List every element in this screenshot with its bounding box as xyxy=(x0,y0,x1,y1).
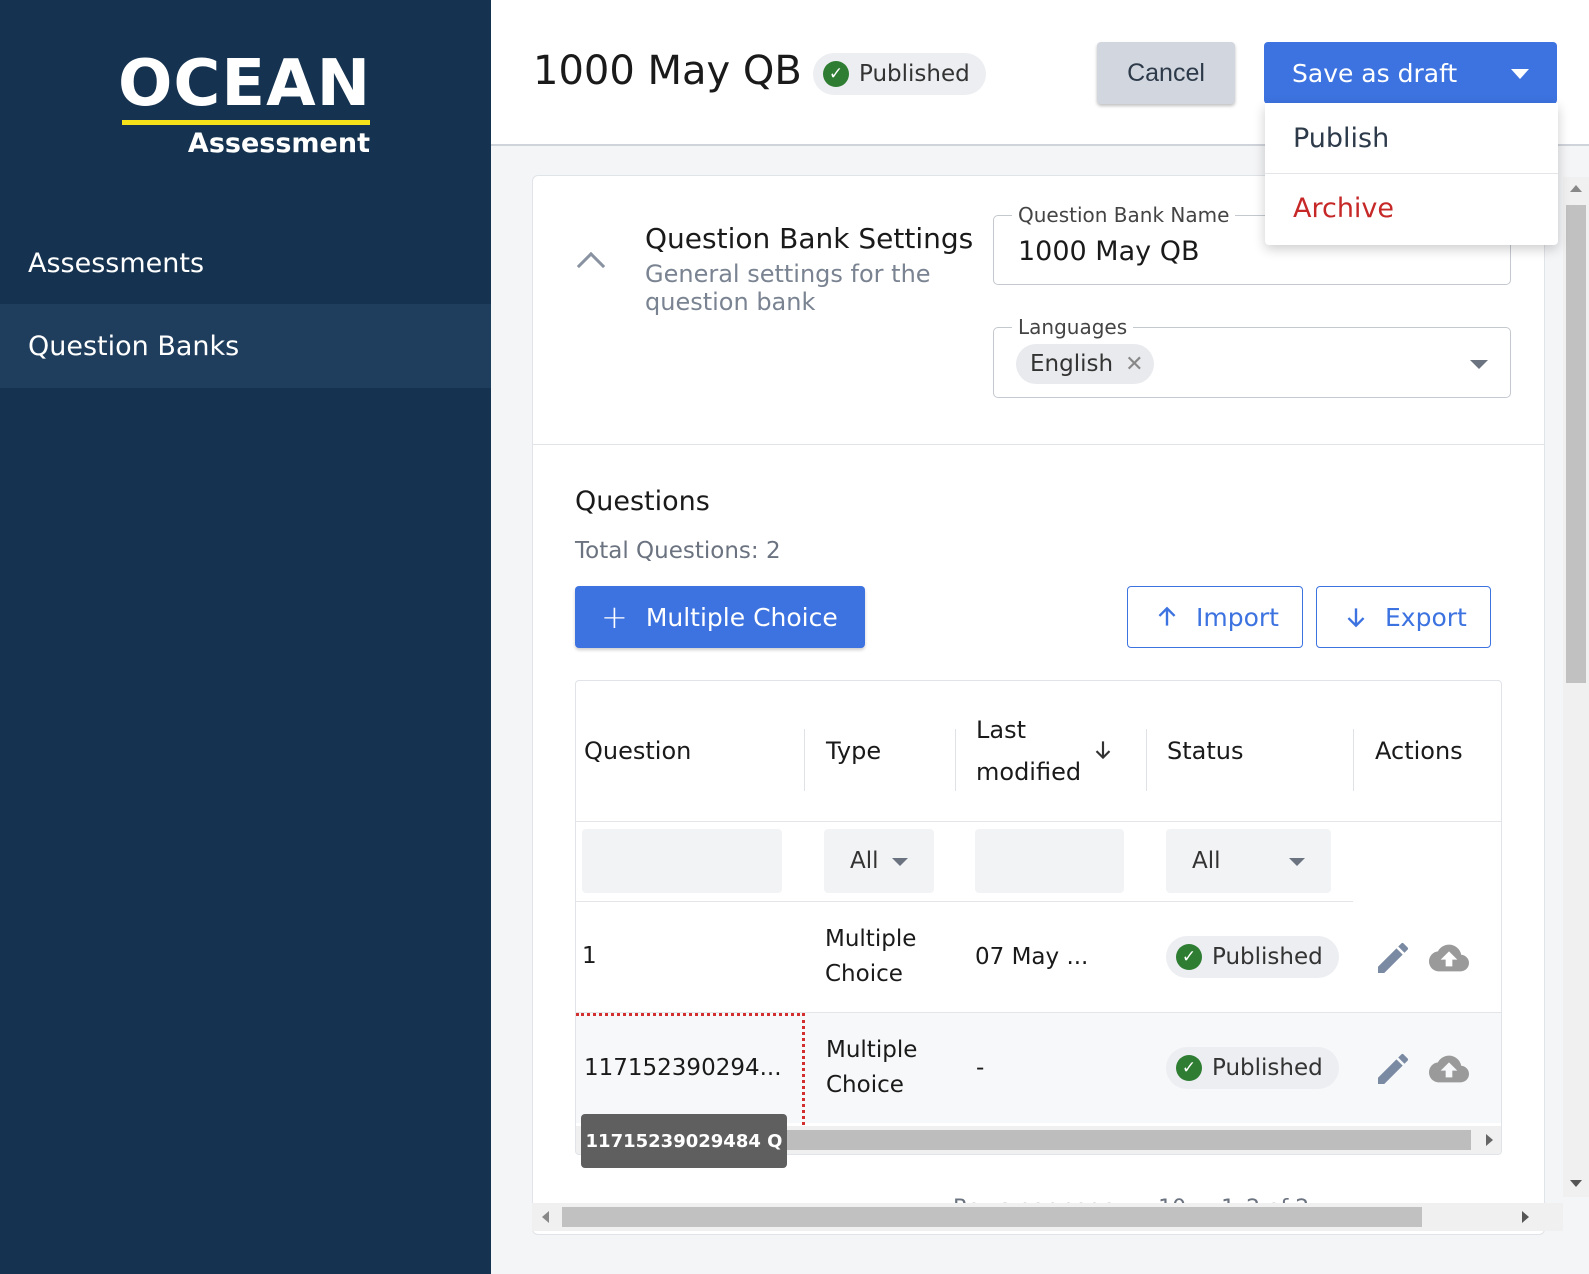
status-label: Published xyxy=(1212,1055,1323,1081)
question-cell[interactable]: 117152390294... xyxy=(584,1051,782,1086)
close-icon[interactable]: ✕ xyxy=(1125,352,1143,377)
cloud-upload-icon[interactable] xyxy=(1426,938,1472,978)
check-circle-icon: ✓ xyxy=(1176,1055,1202,1081)
field-value: 1000 May QB xyxy=(1018,236,1200,267)
sidebar: OCEAN Assessment Assessments Question Ba… xyxy=(0,0,491,1274)
settings-title: Question Bank Settings xyxy=(645,222,974,255)
export-button[interactable]: Export xyxy=(1316,586,1491,648)
field-label: Question Bank Name xyxy=(1012,203,1236,227)
page-vertical-scrollbar[interactable] xyxy=(1563,177,1589,1197)
status-label: Published xyxy=(1212,944,1323,970)
question-bank-card: Question Bank Settings General settings … xyxy=(532,175,1545,1235)
page-title: 1000 May QB xyxy=(533,48,802,94)
status-label: Published xyxy=(859,61,970,87)
type-cell: Multiple Choice xyxy=(825,926,917,987)
language-chip: English ✕ xyxy=(1016,344,1154,384)
column-separator[interactable] xyxy=(1146,729,1147,791)
divider xyxy=(576,821,1501,822)
sidebar-item-label: Assessments xyxy=(28,247,205,279)
column-separator[interactable] xyxy=(1353,729,1354,791)
column-separator[interactable] xyxy=(804,729,805,791)
status-badge: ✓ Published xyxy=(1166,1047,1339,1089)
save-options-menu: Publish Archive xyxy=(1265,103,1558,245)
type-filter-value: All xyxy=(850,848,879,874)
status-badge: ✓ Published xyxy=(1166,936,1339,978)
plus-icon: + xyxy=(601,598,628,636)
questions-table: Question Type Last modified Status Actio… xyxy=(575,680,1502,1155)
check-circle-icon: ✓ xyxy=(823,61,849,87)
arrow-down-icon xyxy=(1347,608,1365,628)
save-label: Save as draft xyxy=(1292,58,1458,88)
scroll-down-arrow-icon[interactable] xyxy=(1570,1180,1582,1187)
sort-arrow-down-icon[interactable] xyxy=(1090,737,1116,763)
logo-underline xyxy=(122,120,370,125)
column-header-status[interactable]: Status xyxy=(1167,681,1243,821)
logo-subtitle: Assessment xyxy=(187,128,370,159)
sidebar-item-assessments[interactable]: Assessments xyxy=(0,221,491,305)
logo-wordmark: OCEAN xyxy=(118,47,372,121)
button-label: Multiple Choice xyxy=(645,602,838,632)
table-row[interactable]: 1 Multiple Choice 07 May ... ✓ Published xyxy=(576,902,1501,1012)
menu-item-archive[interactable]: Archive xyxy=(1265,173,1558,243)
divider xyxy=(533,444,1544,445)
caret-down-icon[interactable] xyxy=(1470,360,1488,369)
field-label: Languages xyxy=(1012,315,1134,339)
settings-description: General settings for the question bank xyxy=(645,260,931,316)
question-filter-input[interactable] xyxy=(582,829,782,893)
sidebar-item-question-banks[interactable]: Question Banks xyxy=(0,304,491,388)
save-as-draft-button[interactable]: Save as draft xyxy=(1264,42,1557,104)
status-filter-value: All xyxy=(1192,848,1221,874)
language-chip-label: English xyxy=(1030,351,1114,377)
scroll-right-arrow-icon[interactable] xyxy=(1486,1134,1493,1146)
check-circle-icon: ✓ xyxy=(1176,944,1202,970)
last-modified-filter-input[interactable] xyxy=(975,829,1124,893)
status-filter-select[interactable]: All xyxy=(1166,829,1331,893)
page-horizontal-scrollbar[interactable] xyxy=(532,1203,1563,1231)
scroll-right-arrow-icon[interactable] xyxy=(1522,1211,1529,1223)
add-multiple-choice-button[interactable]: + Multiple Choice xyxy=(575,586,865,648)
scroll-left-arrow-icon[interactable] xyxy=(542,1211,549,1223)
column-header-actions: Actions xyxy=(1375,737,1463,765)
column-header-last-modified[interactable]: Last modified xyxy=(976,681,1086,821)
scrollbar-thumb[interactable] xyxy=(1566,205,1586,683)
question-cell: 1 xyxy=(582,943,597,969)
edit-icon[interactable] xyxy=(1373,1049,1413,1089)
cloud-upload-icon[interactable] xyxy=(1426,1049,1472,1089)
column-header-question[interactable]: Question xyxy=(584,681,691,821)
type-cell: Multiple Choice xyxy=(826,1037,918,1098)
import-button[interactable]: Import xyxy=(1127,586,1303,648)
column-separator[interactable] xyxy=(955,729,956,791)
total-questions: Total Questions: 2 xyxy=(575,538,781,564)
caret-down-icon xyxy=(1289,858,1305,866)
question-tooltip: 11715239029484 Q xyxy=(581,1114,787,1168)
cancel-button[interactable]: Cancel xyxy=(1097,42,1235,104)
button-label: Import xyxy=(1196,602,1279,632)
last-modified-cell: 07 May ... xyxy=(975,944,1089,970)
edit-icon[interactable] xyxy=(1373,938,1413,978)
caret-down-icon[interactable] xyxy=(1511,69,1529,79)
status-badge: ✓ Published xyxy=(813,53,986,95)
ocean-logo: OCEAN Assessment xyxy=(118,52,378,162)
sidebar-item-label: Question Banks xyxy=(28,330,240,362)
last-modified-cell: - xyxy=(976,1055,985,1081)
arrow-up-icon xyxy=(1158,606,1176,626)
scrollbar-thumb[interactable] xyxy=(562,1207,1422,1227)
chevron-up-icon[interactable] xyxy=(576,251,606,281)
menu-item-publish[interactable]: Publish xyxy=(1265,103,1558,173)
caret-down-icon xyxy=(892,858,908,866)
type-filter-select[interactable]: All xyxy=(824,829,934,893)
languages-select[interactable]: Languages English ✕ xyxy=(993,315,1511,398)
column-header-type[interactable]: Type xyxy=(826,681,881,821)
scroll-up-arrow-icon[interactable] xyxy=(1570,185,1582,192)
questions-title: Questions xyxy=(575,486,710,517)
button-label: Export xyxy=(1385,602,1467,632)
table-row[interactable]: 117152390294... Multiple Choice - ✓ Publ… xyxy=(576,1013,1501,1125)
